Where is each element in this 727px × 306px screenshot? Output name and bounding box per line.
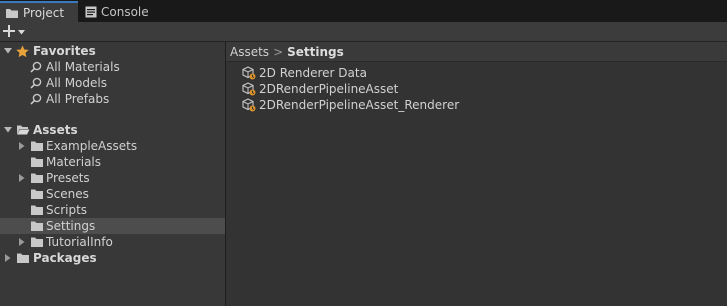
folder-icon [30, 156, 44, 168]
folder-open-icon [16, 124, 30, 136]
folder-icon [30, 140, 44, 152]
folder-icon [30, 220, 44, 232]
tree-item-label: All Prefabs [46, 92, 110, 106]
console-icon [85, 6, 97, 18]
star-icon [16, 44, 29, 58]
search-icon [30, 93, 42, 105]
tab-project[interactable]: Project [0, 1, 78, 22]
tree-item-label: TutorialInfo [46, 235, 113, 249]
tree-item-all-prefabs[interactable]: All Prefabs [0, 91, 225, 107]
tree-item-packages[interactable]: Packages [0, 250, 225, 266]
chevron-down-icon[interactable] [3, 43, 13, 59]
tab-label: Console [101, 5, 149, 19]
project-tree-panel: Favorites All Materials All Models All P… [0, 42, 225, 306]
asset-list-panel: Assets > Settings 2D Renderer Data 2DRen… [226, 42, 727, 306]
breadcrumb-separator: > [273, 44, 284, 59]
window-tab-bar: Project Console [0, 0, 727, 22]
tree-item-materials[interactable]: Materials [0, 154, 225, 170]
breadcrumb-settings[interactable]: Settings [287, 45, 344, 59]
tree-item-label: Favorites [33, 44, 96, 58]
tree-item-label: Assets [33, 123, 78, 137]
chevron-down-icon [18, 29, 25, 35]
breadcrumb: Assets > Settings [226, 42, 727, 62]
asset-label: 2D Renderer Data [259, 66, 367, 80]
tree-item-scenes[interactable]: Scenes [0, 186, 225, 202]
render-pipeline-asset-icon [242, 66, 256, 80]
asset-item[interactable]: 2DRenderPipelineAsset [242, 81, 398, 97]
project-toolbar [0, 22, 727, 42]
folder-icon [16, 252, 30, 264]
render-pipeline-asset-icon [242, 98, 256, 112]
asset-label: 2DRenderPipelineAsset [259, 82, 399, 96]
create-dropdown-button[interactable] [3, 23, 31, 41]
tree-item-label: Scripts [46, 203, 88, 217]
tree-item-label: Packages [33, 251, 97, 265]
folder-icon [30, 188, 44, 200]
tree-item-scripts[interactable]: Scripts [0, 202, 225, 218]
search-icon [30, 77, 42, 89]
asset-item[interactable]: 2DRenderPipelineAsset_Renderer [242, 97, 459, 113]
folder-icon [5, 7, 19, 19]
tree-item-label: Presets [46, 171, 90, 185]
tree-item-label: ExampleAssets [46, 139, 138, 153]
folder-icon [30, 204, 44, 216]
tree-item-exampleassets[interactable]: ExampleAssets [0, 138, 225, 154]
asset-item[interactable]: 2D Renderer Data [242, 65, 367, 81]
tree-item-label: All Materials [46, 60, 120, 74]
tree-item-label: Scenes [46, 187, 89, 201]
tab-label: Project [23, 5, 65, 20]
chevron-right-icon[interactable] [17, 234, 27, 250]
folder-icon [30, 236, 44, 248]
tree-item-settings[interactable]: Settings [0, 218, 225, 234]
render-pipeline-asset-icon [242, 82, 256, 96]
plus-icon [3, 24, 15, 40]
tree-item-favorites[interactable]: Favorites [0, 43, 225, 59]
folder-icon [30, 172, 44, 184]
search-icon [30, 61, 42, 73]
tree-item-assets[interactable]: Assets [0, 122, 225, 138]
tree-item-all-models[interactable]: All Models [0, 75, 225, 91]
chevron-right-icon[interactable] [17, 170, 27, 186]
tree-item-label: Materials [46, 155, 102, 169]
tree-item-presets[interactable]: Presets [0, 170, 225, 186]
tree-item-label: Settings [46, 219, 96, 233]
asset-label: 2DRenderPipelineAsset_Renderer [259, 98, 460, 112]
tree-item-tutorialinfo[interactable]: TutorialInfo [0, 234, 225, 250]
breadcrumb-assets[interactable]: Assets [230, 45, 269, 59]
chevron-right-icon[interactable] [3, 250, 13, 266]
tab-console[interactable]: Console [80, 2, 155, 22]
tree-item-all-materials[interactable]: All Materials [0, 59, 225, 75]
chevron-right-icon[interactable] [17, 138, 27, 154]
tree-item-label: All Models [46, 76, 107, 90]
chevron-down-icon[interactable] [3, 122, 13, 138]
